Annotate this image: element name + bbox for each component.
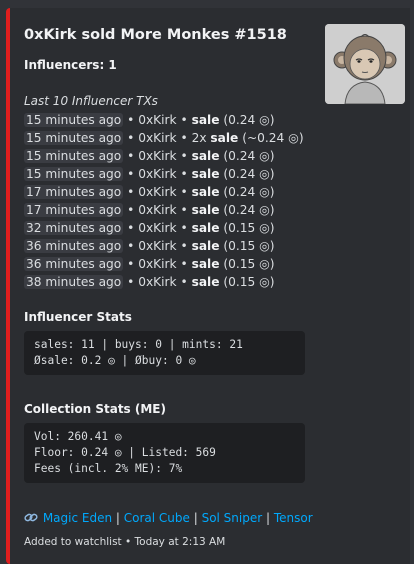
tx-timestamp[interactable]: 15 minutes ago (24, 113, 124, 127)
tx-heading: Last 10 Influencer TXs (24, 94, 158, 108)
collection-stats-line: Vol: 260.41 ◎ (34, 430, 122, 443)
transaction-row: 15 minutes ago • 0xKirk • sale (0.24 ◎) (24, 113, 275, 127)
tx-action: sale (191, 239, 220, 253)
tx-user: 0xKirk (138, 167, 177, 181)
collection-stats-line: Floor: 0.24 ◎ | Listed: 569 (34, 446, 216, 459)
tx-timestamp[interactable]: 15 minutes ago (24, 149, 124, 163)
tx-action: sale (210, 131, 239, 145)
transaction-row: 17 minutes ago • 0xKirk • sale (0.24 ◎) (24, 203, 275, 217)
link-sol-sniper[interactable]: Sol Sniper (202, 511, 263, 525)
tx-user: 0xKirk (138, 275, 177, 289)
link-icon (24, 511, 43, 525)
monkey-avatar-icon[interactable] (325, 24, 405, 104)
tx-action: sale (191, 275, 220, 289)
link-magic-eden[interactable]: Magic Eden (43, 511, 112, 525)
tx-timestamp[interactable]: 15 minutes ago (24, 167, 124, 181)
tx-action: sale (191, 203, 220, 217)
transaction-row: 15 minutes ago • 0xKirk • 2x sale (~0.24… (24, 131, 304, 145)
tx-amount: (0.24 ◎) (223, 185, 275, 199)
tx-user: 0xKirk (138, 203, 177, 217)
link-separator: | (262, 511, 274, 525)
tx-action: sale (191, 257, 220, 271)
influencer-stats-line: sales: 11 | buys: 0 | mints: 21 (34, 338, 243, 351)
influencer-stats-line: Øsale: 0.2 ◎ | Øbuy: 0 ◎ (34, 354, 196, 367)
tx-amount: (0.15 ◎) (223, 221, 275, 235)
tx-user: 0xKirk (138, 239, 177, 253)
tx-user: 0xKirk (138, 131, 177, 145)
marketplace-links: Magic Eden | Coral Cube | Sol Sniper | T… (24, 511, 313, 525)
tx-timestamp[interactable]: 32 minutes ago (24, 221, 124, 235)
tx-prefix: 2x (191, 131, 211, 145)
tx-amount: (0.24 ◎) (223, 167, 275, 181)
collection-stats-line: Fees (incl. 2% ME): 7% (34, 462, 183, 475)
influencer-stats-label: Influencer Stats (24, 310, 132, 324)
collection-stats-codeblock: Vol: 260.41 ◎ Floor: 0.24 ◎ | Listed: 569… (24, 423, 305, 483)
link-separator: | (189, 511, 202, 525)
tx-user: 0xKirk (138, 113, 177, 127)
embed-footer: Added to watchlist • Today at 2:13 AM (24, 536, 226, 548)
transaction-row: 15 minutes ago • 0xKirk • sale (0.24 ◎) (24, 167, 275, 181)
transaction-row: 36 minutes ago • 0xKirk • sale (0.15 ◎) (24, 239, 275, 253)
transaction-row: 32 minutes ago • 0xKirk • sale (0.15 ◎) (24, 221, 275, 235)
tx-action: sale (191, 113, 220, 127)
tx-timestamp[interactable]: 36 minutes ago (24, 257, 124, 271)
collection-stats-label: Collection Stats (ME) (24, 402, 166, 416)
transaction-row: 36 minutes ago • 0xKirk • sale (0.15 ◎) (24, 257, 275, 271)
tx-action: sale (191, 149, 220, 163)
embed-title: 0xKirk sold More Monkes #1518 (24, 27, 287, 43)
tx-timestamp[interactable]: 38 minutes ago (24, 275, 124, 289)
tx-amount: (0.24 ◎) (223, 203, 275, 217)
tx-action: sale (191, 167, 220, 181)
link-tensor[interactable]: Tensor (274, 511, 313, 525)
tx-amount: (0.15 ◎) (223, 257, 275, 271)
transaction-row: 38 minutes ago • 0xKirk • sale (0.15 ◎) (24, 275, 275, 289)
tx-amount: (0.24 ◎) (223, 149, 275, 163)
tx-user: 0xKirk (138, 149, 177, 163)
nft-sale-embed: 0xKirk sold More Monkes #1518 Influencer… (6, 8, 410, 564)
transaction-row: 17 minutes ago • 0xKirk • sale (0.24 ◎) (24, 185, 275, 199)
tx-user: 0xKirk (138, 221, 177, 235)
tx-user: 0xKirk (138, 257, 177, 271)
tx-amount: (0.15 ◎) (223, 239, 275, 253)
link-separator: | (112, 511, 124, 525)
tx-amount: (0.15 ◎) (223, 275, 275, 289)
tx-action: sale (191, 221, 220, 235)
tx-timestamp[interactable]: 15 minutes ago (24, 131, 124, 145)
tx-amount: (~0.24 ◎) (242, 131, 304, 145)
transaction-list: 15 minutes ago • 0xKirk • sale (0.24 ◎) … (24, 111, 304, 291)
link-coral-cube[interactable]: Coral Cube (124, 511, 190, 525)
influencers-count: Influencers: 1 (24, 58, 117, 72)
transaction-row: 15 minutes ago • 0xKirk • sale (0.24 ◎) (24, 149, 275, 163)
tx-amount: (0.24 ◎) (223, 113, 275, 127)
tx-user: 0xKirk (138, 185, 177, 199)
tx-action: sale (191, 185, 220, 199)
influencer-stats-codeblock: sales: 11 | buys: 0 | mints: 21 Øsale: 0.… (24, 331, 305, 375)
tx-timestamp[interactable]: 36 minutes ago (24, 239, 124, 253)
tx-timestamp[interactable]: 17 minutes ago (24, 185, 124, 199)
tx-timestamp[interactable]: 17 minutes ago (24, 203, 124, 217)
